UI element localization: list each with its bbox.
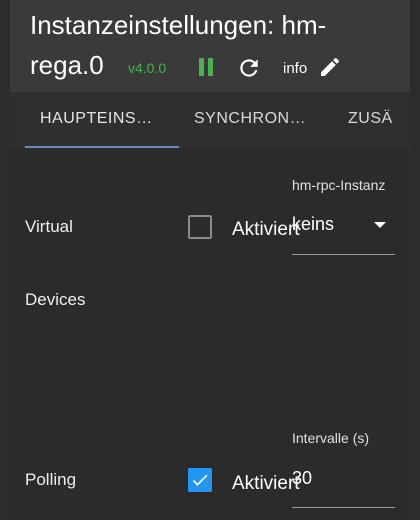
instance-settings-dialog: Instanzeinstellungen: hm- rega.0 v4.0.0 … <box>10 0 410 520</box>
dropdown-arrow-icon[interactable] <box>374 222 386 228</box>
virtual-devices-label-line2: Devices <box>25 290 86 309</box>
interval-label: Intervalle (s) <box>292 430 370 446</box>
tab-main-settings[interactable]: HAUPTEINS… <box>40 92 153 148</box>
version-label: v4.0.0 <box>128 60 167 76</box>
rpc-instance-label: hm-rpc-Instanz <box>292 177 386 193</box>
active-tab-indicator <box>25 146 179 148</box>
polling-checkbox[interactable] <box>188 468 212 492</box>
virtual-devices-label-line1: Virtual <box>25 217 73 236</box>
virtual-devices-checkbox-label: Aktiviert <box>232 219 300 240</box>
polling-label: Polling <box>25 470 77 489</box>
rpc-instance-underline <box>292 254 395 255</box>
check-icon <box>192 474 208 486</box>
pause-icon[interactable] <box>196 57 216 77</box>
info-link[interactable]: info <box>283 60 307 77</box>
polling-checkbox-label: Aktiviert <box>232 473 300 494</box>
interval-underline <box>292 507 395 508</box>
tab-bar: HAUPTEINS… SYNCHRON… ZUSÄ <box>10 92 410 148</box>
dialog-title-line1: Instanzeinstellungen: hm- <box>30 10 327 40</box>
dialog-title-line2: rega.0 <box>30 50 104 80</box>
edit-pencil-icon[interactable] <box>318 55 342 79</box>
dialog-header: Instanzeinstellungen: hm- rega.0 v4.0.0 … <box>10 0 410 92</box>
tab-synchronization[interactable]: SYNCHRON… <box>194 92 306 148</box>
virtual-devices-checkbox[interactable] <box>188 215 212 239</box>
tab-additional[interactable]: ZUSÄ <box>348 92 393 148</box>
rpc-instance-select-value[interactable]: keins <box>292 214 334 235</box>
interval-input[interactable]: 30 <box>292 468 312 489</box>
reload-icon[interactable] <box>236 55 262 81</box>
